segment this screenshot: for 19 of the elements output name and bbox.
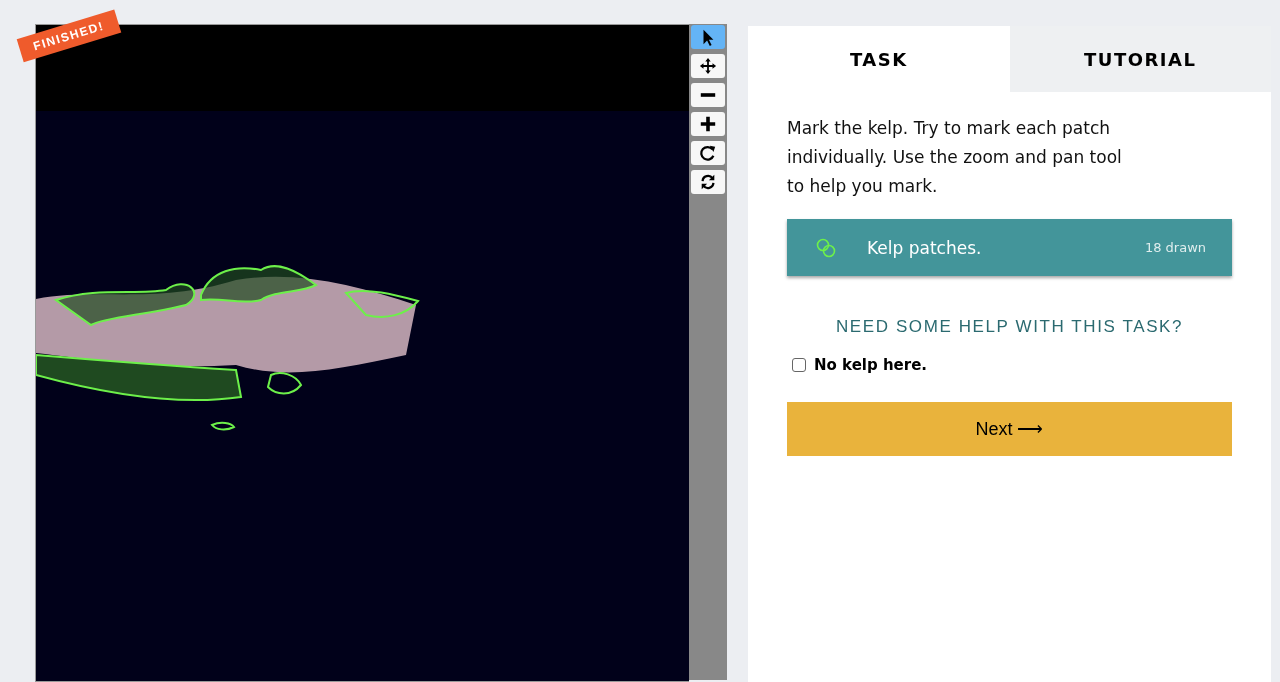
next-button[interactable]: Next ⟶: [787, 402, 1232, 456]
kelp-patches-tool-option[interactable]: Kelp patches. 18 drawn: [787, 219, 1232, 276]
checkbox[interactable]: [792, 358, 806, 372]
task-instructions: Mark the kelp. Try to mark each patch individually. Use the zoom and pan tool to help you mark.: [787, 117, 1123, 198]
checkbox-label: No kelp here.: [814, 356, 928, 374]
rotate-tool-button[interactable]: [691, 141, 725, 165]
zoom-in-tool-button[interactable]: [691, 112, 725, 136]
move-icon: [699, 57, 717, 75]
reset-tool-button[interactable]: [691, 170, 725, 194]
tab[interactable]: TUTORIAL: [1009, 26, 1271, 92]
zoom-out-icon: [699, 93, 717, 97]
pointer-tool-button[interactable]: [691, 25, 725, 49]
refresh-icon: [699, 173, 717, 191]
zoom-in-icon: [699, 115, 717, 133]
move-tool-button[interactable]: [691, 54, 725, 78]
rotate-icon: [699, 144, 717, 162]
overlapping-circles-icon: [815, 237, 837, 258]
help-link[interactable]: NEED SOME HELP WITH THIS TASK?: [829, 316, 1190, 338]
zoom-out-tool-button[interactable]: [691, 83, 725, 107]
